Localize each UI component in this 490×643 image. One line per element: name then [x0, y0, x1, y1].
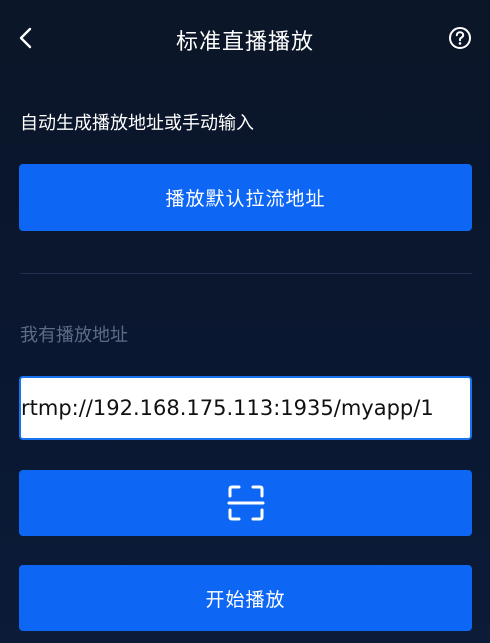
play-default-stream-label: 播放默认拉流地址	[165, 188, 326, 210]
url-input-field[interactable]: rtmp://192.168.175.113:1935/myapp/1	[19, 376, 472, 440]
question-circle-icon	[449, 27, 471, 49]
start-play-label: 开始播放	[205, 588, 286, 611]
section-divider	[20, 273, 472, 274]
scan-qr-button[interactable]	[19, 470, 472, 536]
page-title: 标准直播播放	[175, 30, 314, 55]
url-input[interactable]: rtmp://192.168.175.113:1935/myapp/1	[21, 396, 470, 420]
play-default-stream-button[interactable]: 播放默认拉流地址	[19, 164, 472, 231]
scan-icon	[227, 485, 264, 521]
header: 标准直播播放	[0, 0, 490, 80]
url-input-value: rtmp://192.168.175.113:1935/myapp/1	[21, 396, 434, 420]
auto-section-label: 自动生成播放地址或手动输入	[20, 113, 254, 134]
help-button[interactable]	[448, 26, 472, 50]
start-play-button[interactable]: 开始播放	[19, 565, 472, 631]
manual-section-label: 我有播放地址	[20, 325, 128, 346]
